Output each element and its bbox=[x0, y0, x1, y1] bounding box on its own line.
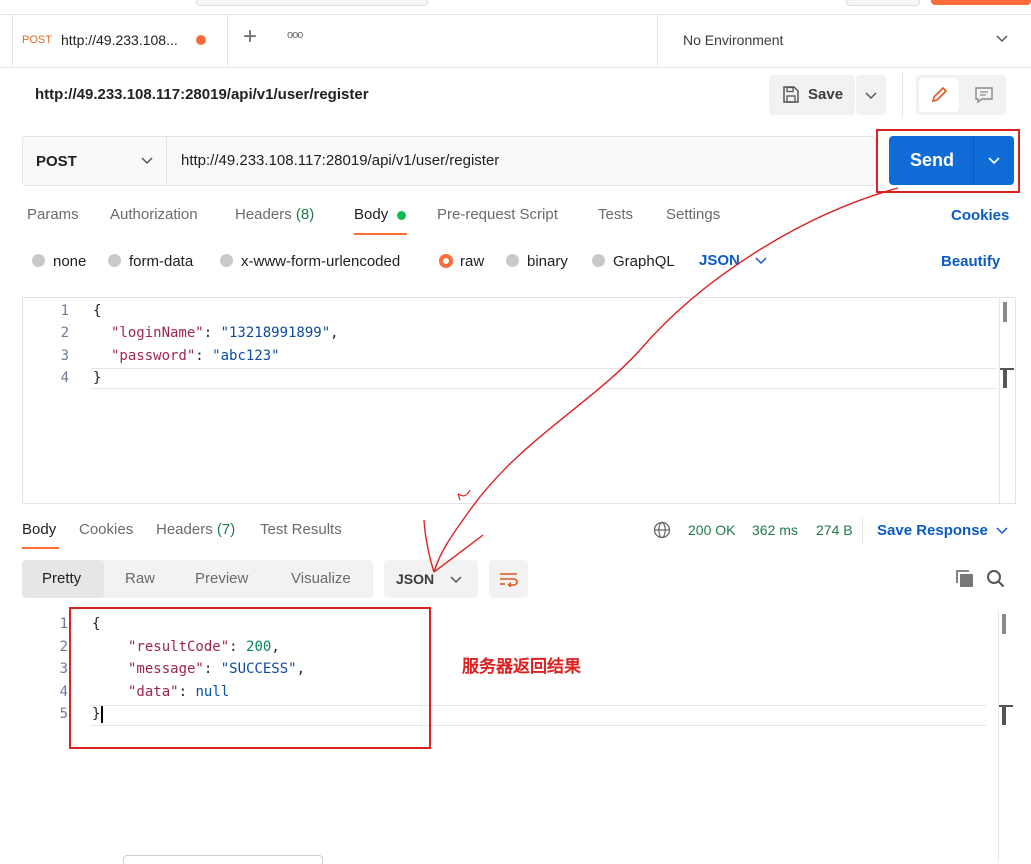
annotation-arrow bbox=[423, 187, 899, 573]
